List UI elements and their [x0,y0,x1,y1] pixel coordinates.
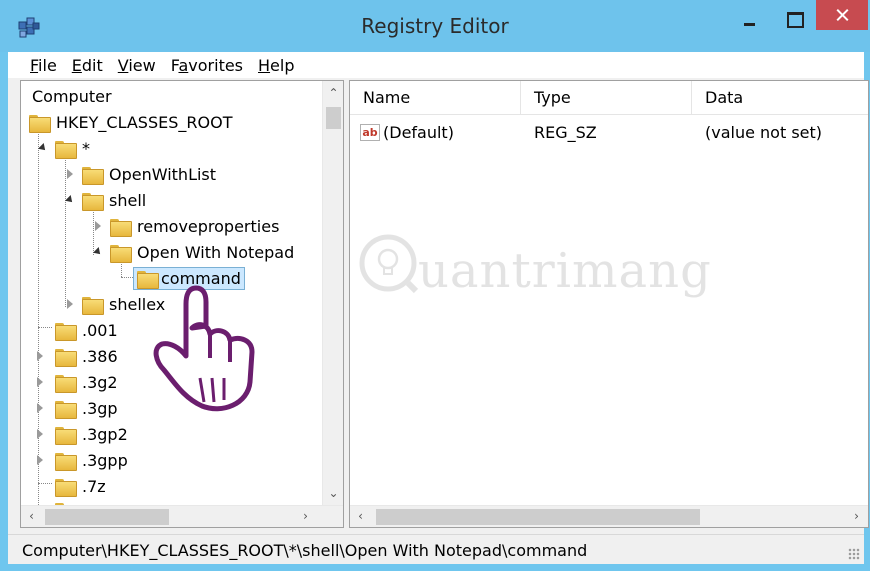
tree-node-star[interactable]: * [37,135,93,161]
watermark-text: uantrimang [418,243,712,299]
menu-edit[interactable]: Edit [72,56,103,75]
tree-node-shell[interactable]: shell [64,187,149,213]
list-item[interactable]: ab (Default) REG_SZ (value not set) [350,119,868,145]
watermark: uantrimang [356,231,711,299]
collapsed-arrow-icon[interactable] [35,403,55,413]
minimize-button[interactable] [728,0,772,32]
tree-vertical-scrollbar[interactable]: ⌃ ⌄ [322,81,343,505]
tree-node-partial [55,497,79,505]
tree-node-001[interactable]: .001 [55,317,121,343]
status-bar: Computer\HKEY_CLASSES_ROOT\*\shell\Open … [8,534,864,564]
menu-favorites[interactable]: Favorites [171,56,243,75]
folder-icon [82,295,104,315]
collapsed-arrow-icon[interactable] [92,221,106,231]
menu-view[interactable]: View [118,56,156,75]
folder-icon [55,373,77,393]
tree-node-3gpp[interactable]: .3gpp [35,447,131,473]
tree-node-3g2[interactable]: .3g2 [35,369,121,395]
scroll-up-arrow-icon[interactable]: ⌃ [323,83,343,103]
tree-node-386[interactable]: .386 [35,343,121,369]
tree-node-hkcr[interactable]: HKEY_CLASSES_ROOT [29,109,235,135]
menu-file[interactable]: File [30,56,57,75]
tree-connector [38,483,52,484]
collapsed-arrow-icon[interactable] [64,169,78,179]
value-type-cell: REG_SZ [534,122,597,142]
list-header: Name Type Data [350,81,868,115]
tree-horizontal-scroll-thumb[interactable] [45,509,169,525]
title-bar[interactable]: Registry Editor [0,0,870,52]
column-header-data[interactable]: Data [692,81,868,115]
list-horizontal-scroll-thumb[interactable] [376,509,700,525]
tree-vertical-scroll-thumb[interactable] [326,107,341,129]
scroll-down-arrow-icon[interactable]: ⌄ [323,483,343,503]
collapsed-arrow-icon[interactable] [35,377,55,387]
folder-icon [55,425,77,445]
folder-icon [55,139,77,159]
value-data-cell: (value not set) [705,122,823,142]
scroll-right-arrow-icon[interactable]: › [846,506,867,526]
folder-icon [55,451,77,471]
collapsed-arrow-icon[interactable] [35,351,55,361]
string-value-icon: ab [360,123,380,141]
folder-icon [110,217,132,237]
status-path: Computer\HKEY_CLASSES_ROOT\*\shell\Open … [22,541,588,560]
folder-icon [55,321,77,341]
lightbulb-logo-icon [359,234,419,294]
expanded-arrow-icon[interactable] [92,247,106,257]
menu-help[interactable]: Help [258,56,294,75]
folder-icon [55,347,77,367]
tree-node-7z[interactable]: .7z [55,473,109,499]
collapsed-arrow-icon[interactable] [35,429,55,439]
client-area: Computer HKEY_CLASSES_ROOT * OpenWithLis… [8,78,869,534]
tree-node-removeproperties[interactable]: removeproperties [92,213,282,239]
tree-node-openwithlist[interactable]: OpenWithList [64,161,219,187]
values-list-pane[interactable]: Name Type Data ab (Default) REG_SZ (valu… [349,80,869,528]
maximize-button[interactable] [772,0,816,32]
folder-icon [55,399,77,419]
scroll-right-arrow-icon[interactable]: › [295,506,316,526]
scroll-left-arrow-icon[interactable]: ‹ [21,506,42,526]
folder-icon [55,477,77,497]
column-header-type[interactable]: Type [521,81,692,115]
folder-icon [82,165,104,185]
tree-root-computer[interactable]: Computer [29,83,115,109]
folder-icon [82,191,104,211]
tree-horizontal-scrollbar[interactable]: ‹ › [21,505,343,527]
menu-bar: File Edit View Favorites Help [8,52,864,78]
folder-icon [110,243,132,263]
list-horizontal-scrollbar[interactable]: ‹ › [350,505,868,527]
tree-node-3gp[interactable]: .3gp [35,395,121,421]
tree-node-3gp2[interactable]: .3gp2 [35,421,131,447]
close-button[interactable] [816,0,868,30]
tree-node-open-with-notepad[interactable]: Open With Notepad [92,239,297,265]
expanded-arrow-icon[interactable] [64,195,78,205]
expanded-arrow-icon[interactable] [37,143,51,153]
resize-grip-icon[interactable] [848,548,860,560]
column-header-name[interactable]: Name [350,81,521,115]
scroll-left-arrow-icon[interactable]: ‹ [350,506,371,526]
collapsed-arrow-icon[interactable] [64,299,78,309]
registry-editor-window: Registry Editor File Edit View Favorites… [0,0,870,571]
tree-connector [38,327,52,328]
folder-icon [29,113,51,133]
value-name-cell: ab (Default) [350,123,521,142]
collapsed-arrow-icon[interactable] [35,455,55,465]
hand-pointer-icon [153,285,255,412]
